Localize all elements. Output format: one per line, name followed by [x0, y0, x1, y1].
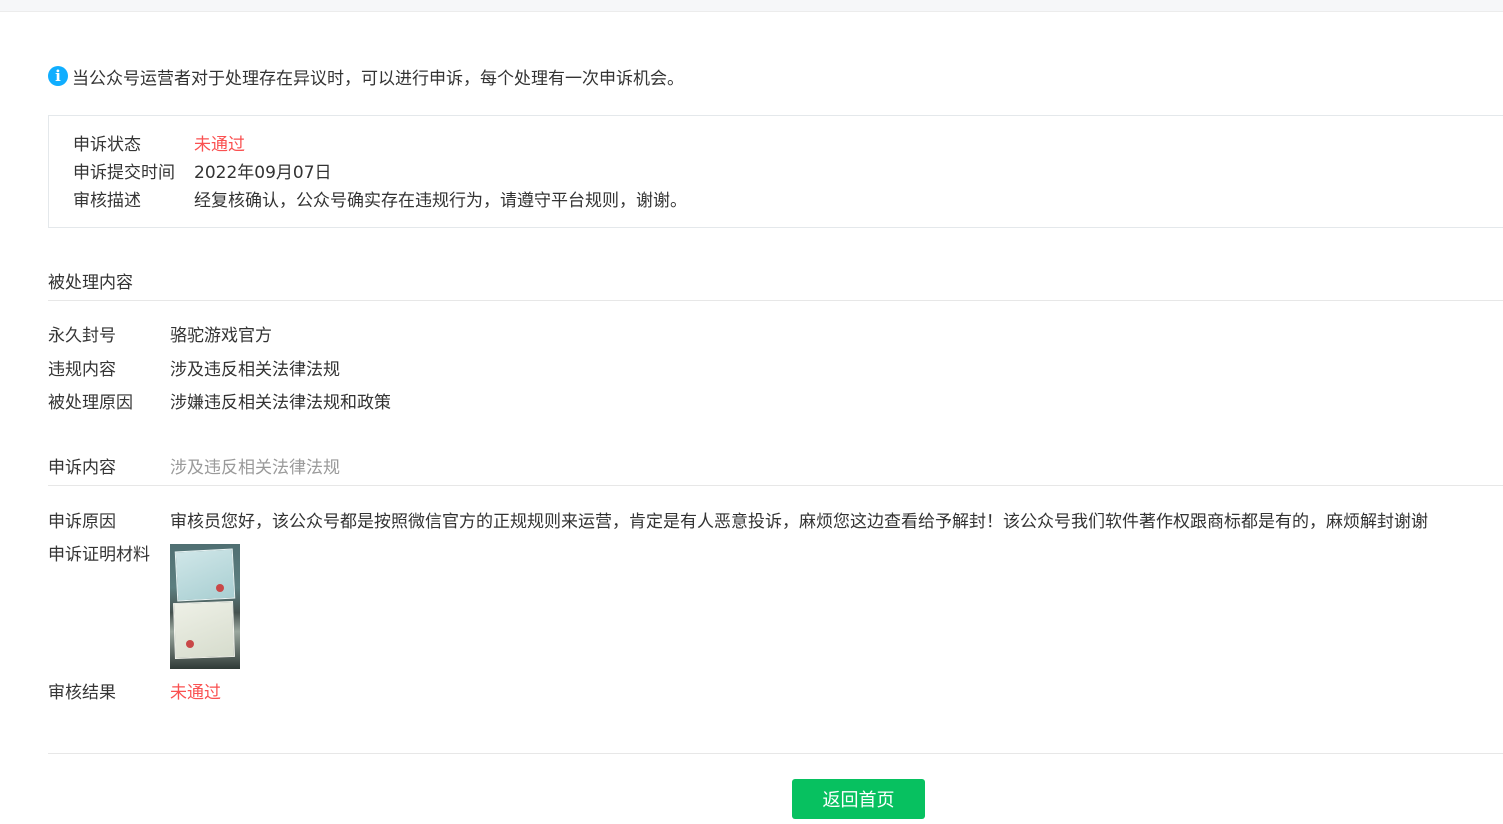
back-home-button[interactable]: 返回首页 [792, 779, 925, 819]
violation-content-row: 违规内容 涉及违反相关法律法规 [48, 354, 340, 380]
seal-mark [216, 584, 224, 592]
top-bar [0, 0, 1503, 12]
appeal-content-value: 涉及违反相关法律法规 [170, 457, 340, 478]
appeal-reason-label: 申诉原因 [48, 511, 116, 532]
violation-content-value: 涉及违反相关法律法规 [170, 359, 340, 380]
processing-reason-row: 被处理原因 涉嫌违反相关法律法规和政策 [48, 387, 391, 413]
review-result-label: 审核结果 [48, 682, 116, 703]
appeal-reason-value: 审核员您好，该公众号都是按照微信官方的正规规则来运营，肯定是有人恶意投诉，麻烦您… [170, 511, 1428, 532]
notice-text: 当公众号运营者对于处理存在异议时，可以进行申诉，每个处理有一次申诉机会。 [72, 68, 684, 89]
appeal-content-label: 申诉内容 [48, 457, 116, 478]
processing-reason-value: 涉嫌违反相关法律法规和政策 [170, 392, 391, 413]
appeal-notice: i 当公众号运营者对于处理存在异议时，可以进行申诉，每个处理有一次申诉机会。 [48, 64, 684, 89]
status-value: 未通过 [194, 134, 245, 155]
divider [48, 300, 1503, 301]
review-description-row: 审核描述 经复核确认，公众号确实存在违规行为，请遵守平台规则，谢谢。 [73, 185, 687, 211]
permanent-ban-row: 永久封号 骆驼游戏官方 [48, 320, 272, 346]
info-icon: i [48, 66, 68, 86]
certificate-image [174, 548, 236, 602]
review-result-row: 审核结果 未通过 [48, 677, 221, 703]
divider [48, 753, 1503, 754]
certificate-image [173, 600, 235, 660]
appeal-content-row: 申诉内容 涉及违反相关法律法规 [48, 452, 340, 478]
status-row: 申诉状态 未通过 [73, 129, 245, 155]
processing-reason-label: 被处理原因 [48, 392, 133, 413]
permanent-ban-label: 永久封号 [48, 325, 116, 346]
review-result-value: 未通过 [170, 682, 221, 703]
violation-content-label: 违规内容 [48, 359, 116, 380]
submit-time-label: 申诉提交时间 [73, 162, 175, 183]
submit-time-value: 2022年09月07日 [194, 162, 332, 183]
processed-section-title: 被处理内容 [48, 272, 133, 293]
divider [48, 485, 1503, 486]
review-description-value: 经复核确认，公众号确实存在违规行为，请遵守平台规则，谢谢。 [194, 190, 687, 211]
permanent-ban-value: 骆驼游戏官方 [170, 325, 272, 346]
appeal-reason-row: 申诉原因 审核员您好，该公众号都是按照微信官方的正规规则来运营，肯定是有人恶意投… [48, 506, 1428, 532]
appeal-status-box: 申诉状态 未通过 申诉提交时间 2022年09月07日 审核描述 经复核确认，公… [48, 115, 1503, 228]
status-label: 申诉状态 [73, 134, 141, 155]
evidence-thumbnail[interactable] [170, 544, 240, 669]
evidence-label: 申诉证明材料 [48, 544, 150, 565]
review-description-label: 审核描述 [73, 190, 141, 211]
seal-mark [186, 640, 194, 648]
submit-time-row: 申诉提交时间 2022年09月07日 [73, 157, 332, 183]
evidence-row: 申诉证明材料 [48, 539, 170, 565]
